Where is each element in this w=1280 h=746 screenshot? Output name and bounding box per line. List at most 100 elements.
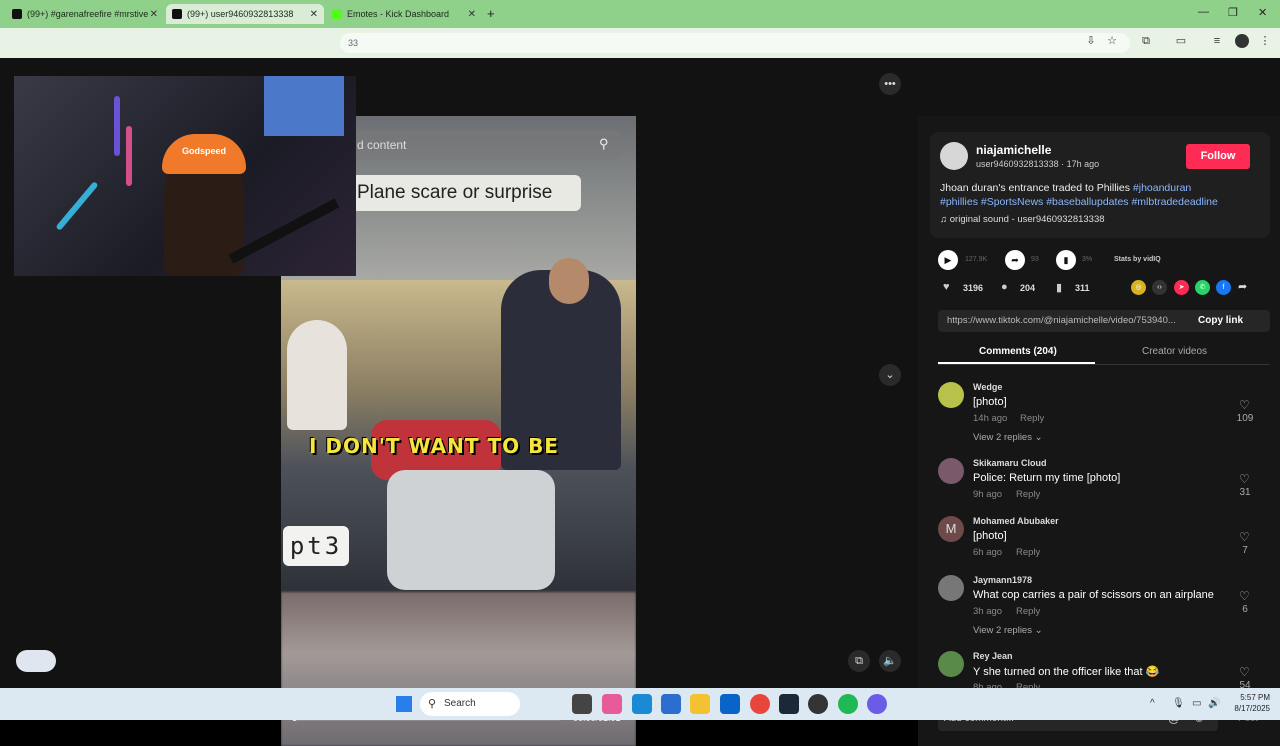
comment-author[interactable]: Mohamed Abubaker <box>973 516 1059 526</box>
bookmark-icon[interactable]: ▮ <box>1056 281 1062 294</box>
tab-divider <box>938 364 1270 365</box>
file-explorer-icon[interactable] <box>690 694 710 714</box>
whatsapp-icon[interactable]: ✆ <box>1195 280 1210 295</box>
minimize-button[interactable]: — <box>1198 6 1209 18</box>
avatar[interactable]: M <box>938 516 964 542</box>
browser-tab-1[interactable]: (99+) #garenafreefire #mrstive ✕ <box>6 4 164 24</box>
copy-link-button[interactable]: Copy link <box>1198 315 1243 326</box>
steam-icon[interactable] <box>779 694 799 714</box>
network-icon[interactable]: ▭ <box>1192 698 1201 709</box>
embed-icon[interactable]: ‹› <box>1152 280 1167 295</box>
comment-likes: 31 <box>1239 487 1251 498</box>
comment-item: M Mohamed Abubaker [photo] 6h ago Reply … <box>938 514 1278 569</box>
hashtag-link[interactable]: #jhoanduran <box>1133 182 1191 194</box>
close-icon[interactable]: ✕ <box>150 9 158 20</box>
user-handle-time: user9460932813338 · 17h ago <box>976 159 1100 169</box>
comment-author[interactable]: Skikamaru Cloud <box>973 458 1047 468</box>
extension-badge[interactable] <box>16 650 56 672</box>
hashtag-link[interactable]: #phillies #SportsNews #baseballupdates #… <box>940 196 1218 208</box>
url-input[interactable]: 33 <box>340 33 1130 53</box>
view-replies-link[interactable]: View 2 replies ⌄ <box>973 432 1043 443</box>
bar-chart-icon[interactable]: ▮ <box>1056 250 1076 270</box>
comment-likes: 6 <box>1242 604 1248 615</box>
maximize-button[interactable]: ❐ <box>1228 6 1238 19</box>
taskbar-search-label: Search <box>444 698 476 709</box>
mic-icon[interactable]: 🎙 <box>1172 698 1185 709</box>
comment-text: [photo] <box>973 530 1007 542</box>
outlook-icon[interactable] <box>720 694 740 714</box>
volume-icon[interactable]: 🔈 <box>879 650 901 672</box>
led-light <box>114 96 120 156</box>
taskbar-clock[interactable]: 5:57 PM 8/17/2025 <box>1226 692 1270 714</box>
view-replies-link[interactable]: View 2 replies ⌄ <box>973 625 1043 636</box>
store-icon[interactable] <box>661 694 681 714</box>
obs-icon[interactable] <box>808 694 828 714</box>
new-tab-button[interactable]: + <box>487 6 495 21</box>
tab-creator-videos[interactable]: Creator videos <box>1142 346 1207 357</box>
profile-avatar[interactable] <box>1235 34 1249 48</box>
avatar[interactable] <box>938 382 964 408</box>
reply-button[interactable]: Reply <box>1020 413 1044 424</box>
heart-icon[interactable]: ♡ <box>1239 665 1250 679</box>
comment-text: Police: Return my time [photo] <box>973 472 1121 484</box>
discord-icon[interactable] <box>867 694 887 714</box>
avatar[interactable] <box>938 458 964 484</box>
comment-author[interactable]: Wedge <box>973 382 1002 392</box>
spotify-icon[interactable] <box>838 694 858 714</box>
play-icon[interactable]: ▶ <box>938 250 958 270</box>
info-panel: niajamichelle user9460932813338 · 17h ag… <box>918 116 1280 746</box>
close-icon[interactable]: ✕ <box>468 9 476 20</box>
more-options-icon[interactable]: ••• <box>879 73 901 95</box>
close-icon[interactable]: ✕ <box>310 9 318 20</box>
heart-icon[interactable]: ♥ <box>943 281 950 293</box>
coin-icon[interactable]: ◎ <box>1131 280 1146 295</box>
close-window-button[interactable]: ✕ <box>1258 6 1267 19</box>
username[interactable]: niajamichelle <box>976 143 1051 157</box>
reply-button[interactable]: Reply <box>1016 606 1040 617</box>
windows-start-icon[interactable] <box>396 696 412 712</box>
cast-icon[interactable]: ▭ <box>1174 34 1188 48</box>
avatar[interactable] <box>940 142 968 170</box>
share-arrow-icon[interactable]: ➦ <box>1005 250 1025 270</box>
copilot-icon[interactable] <box>602 694 622 714</box>
heart-icon[interactable]: ♡ <box>1239 589 1250 603</box>
share-more-icon[interactable]: ➦ <box>1238 280 1247 293</box>
saves-count: 311 <box>1075 283 1090 293</box>
heart-icon[interactable]: ♡ <box>1239 472 1250 486</box>
clock-time: 5:57 PM <box>1240 693 1270 702</box>
pip-icon[interactable]: ⧉ <box>848 650 870 672</box>
tray-chevron-icon[interactable]: ^ <box>1150 698 1155 709</box>
edge-icon[interactable] <box>632 694 652 714</box>
avatar[interactable] <box>938 651 964 677</box>
airplane-seat <box>387 470 555 590</box>
reply-button[interactable]: Reply <box>1016 547 1040 558</box>
video-link[interactable]: https://www.tiktok.com/@niajamichelle/vi… <box>947 315 1176 326</box>
install-icon[interactable]: ⇩ <box>1084 34 1098 48</box>
avatar[interactable] <box>938 575 964 601</box>
post-card: niajamichelle user9460932813338 · 17h ag… <box>930 132 1270 238</box>
task-view-icon[interactable] <box>572 694 592 714</box>
tab-comments[interactable]: Comments (204) <box>979 346 1057 357</box>
browser-tab-2[interactable]: (99+) user9460932813338 ✕ <box>166 4 324 24</box>
comment-author[interactable]: Jaymann1978 <box>973 575 1032 585</box>
extensions-icon[interactable]: ⧉ <box>1139 34 1153 48</box>
browser-tab-3[interactable]: Emotes - Kick Dashboard ✕ <box>326 4 482 24</box>
follow-button[interactable]: Follow <box>1186 144 1250 169</box>
reply-button[interactable]: Reply <box>1016 489 1040 500</box>
chrome-icon[interactable] <box>750 694 770 714</box>
comment-text: Y she turned on the officer like that 😂 <box>973 666 1160 678</box>
heart-icon[interactable]: ♡ <box>1239 530 1250 544</box>
speaker-icon[interactable]: 🔊 <box>1208 698 1220 709</box>
media-icon[interactable]: ≡ <box>1210 34 1224 48</box>
facebook-icon[interactable]: f <box>1216 280 1231 295</box>
page-area: d content ⚲ Plane scare or surprise I DO… <box>0 58 1280 746</box>
menu-kebab-icon[interactable]: ⋮ <box>1258 34 1272 48</box>
send-icon[interactable]: ➤ <box>1174 280 1189 295</box>
search-icon[interactable]: ⚲ <box>599 136 609 152</box>
comment-author[interactable]: Rey Jean <box>973 651 1013 661</box>
comment-icon[interactable]: ● <box>1001 281 1008 293</box>
sound-link[interactable]: ♫ original sound - user9460932813338 <box>940 214 1105 225</box>
bookmark-star-icon[interactable]: ☆ <box>1105 34 1119 48</box>
heart-icon[interactable]: ♡ <box>1239 398 1250 412</box>
chevron-down-icon[interactable]: ⌄ <box>879 364 901 386</box>
